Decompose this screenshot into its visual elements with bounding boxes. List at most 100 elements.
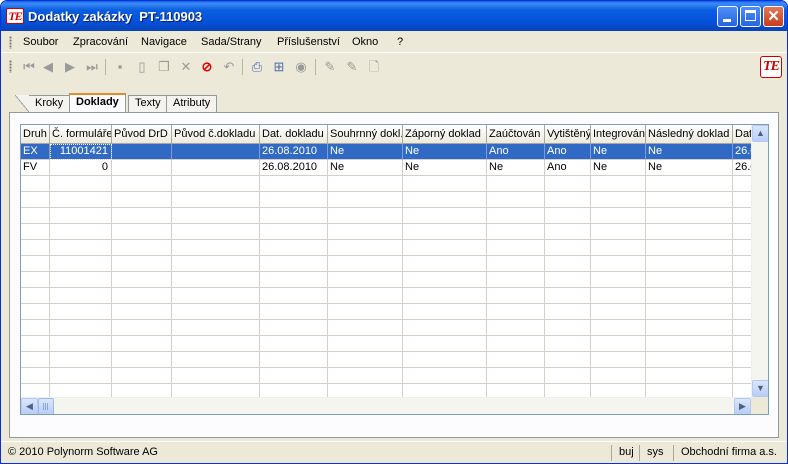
menu-sada-strany[interactable]: Sada/Strany bbox=[201, 36, 262, 48]
menu-zpracovani[interactable]: Zpracování bbox=[73, 36, 128, 48]
column-header[interactable]: Vytištěný bbox=[545, 125, 591, 144]
menu-help[interactable]: ? bbox=[397, 36, 403, 48]
app-logo-icon[interactable]: TE bbox=[6, 8, 24, 24]
save-icon[interactable]: ▪ bbox=[111, 58, 129, 76]
table-cell[interactable]: 26.08.2010 bbox=[260, 160, 328, 176]
table-cell[interactable]: 26.0 bbox=[733, 160, 751, 176]
table-row[interactable]: EX1100142126.08.2010NeNeAnoAnoNeNe26.0 bbox=[21, 144, 751, 160]
menu-grip-icon[interactable] bbox=[9, 36, 12, 49]
column-header[interactable]: Původ č.dokladu bbox=[172, 125, 260, 144]
documents-grid[interactable]: Druh Č. formuláře Původ DrD Původ č.dokladu… bbox=[20, 124, 769, 415]
column-header[interactable]: Č. formuláře bbox=[50, 125, 112, 144]
menu-navigace[interactable]: Navigace bbox=[141, 36, 187, 48]
table-cell[interactable]: Ne bbox=[646, 160, 733, 176]
toolbar-grip-icon[interactable] bbox=[9, 60, 12, 73]
scroll-left-icon[interactable]: ◀ bbox=[21, 398, 38, 414]
empty-cell bbox=[260, 304, 328, 320]
table-row[interactable]: FV026.08.2010NeNeNeAnoNeNe26.0 bbox=[21, 160, 751, 176]
column-header[interactable]: Souhrnný dokl. bbox=[328, 125, 403, 144]
scroll-right-icon[interactable]: ▶ bbox=[734, 398, 751, 414]
table-cell[interactable] bbox=[172, 144, 260, 160]
first-icon[interactable]: ⏮ bbox=[20, 58, 38, 76]
empty-cell bbox=[487, 352, 545, 368]
table-cell[interactable]: Ne bbox=[487, 160, 545, 176]
empty-cell bbox=[545, 176, 591, 192]
table-cell[interactable]: 11001421 bbox=[50, 144, 112, 160]
empty-cell bbox=[545, 272, 591, 288]
help-icon[interactable]: ◉ bbox=[292, 58, 310, 76]
copy-icon[interactable]: ❐ bbox=[155, 58, 173, 76]
undo-icon[interactable]: ↶ bbox=[220, 58, 238, 76]
table-cell[interactable]: Ne bbox=[328, 144, 403, 160]
scroll-up-icon[interactable]: ▲ bbox=[752, 125, 768, 142]
empty-cell bbox=[112, 336, 172, 352]
cancel-icon[interactable]: ⊘ bbox=[198, 58, 216, 76]
preview-icon[interactable]: 🗋 bbox=[365, 58, 383, 76]
last-icon[interactable]: ⏭ bbox=[83, 58, 101, 76]
scroll-thumb[interactable] bbox=[38, 398, 54, 414]
prev-icon[interactable]: ◀ bbox=[39, 58, 57, 76]
tab-texty[interactable]: Texty bbox=[128, 95, 168, 112]
column-header[interactable]: Dat. dokladu bbox=[260, 125, 328, 144]
table-cell[interactable]: Ne bbox=[591, 144, 646, 160]
edit-alt-icon[interactable]: ✎ bbox=[343, 58, 361, 76]
table-cell[interactable]: Ano bbox=[545, 144, 591, 160]
empty-cell bbox=[403, 304, 487, 320]
empty-cell bbox=[545, 368, 591, 384]
table-cell[interactable]: Ne bbox=[403, 160, 487, 176]
column-header[interactable]: Integrován bbox=[591, 125, 646, 144]
table-cell[interactable]: Ne bbox=[328, 160, 403, 176]
minimize-button[interactable] bbox=[717, 6, 738, 27]
empty-cell bbox=[21, 336, 50, 352]
tab-atributy[interactable]: Atributy bbox=[166, 95, 218, 112]
column-header[interactable]: Dat bbox=[733, 125, 751, 144]
vertical-scrollbar[interactable]: ▲ ▼ bbox=[751, 125, 768, 397]
empty-cell bbox=[328, 288, 403, 304]
table-cell[interactable] bbox=[112, 144, 172, 160]
empty-cell bbox=[50, 272, 112, 288]
empty-cell bbox=[112, 208, 172, 224]
menu-okno[interactable]: Okno bbox=[352, 36, 378, 48]
table-cell[interactable]: Ne bbox=[403, 144, 487, 160]
table-cell[interactable]: Ne bbox=[591, 160, 646, 176]
table-cell[interactable]: FV bbox=[21, 160, 50, 176]
empty-cell bbox=[733, 352, 751, 368]
empty-cell bbox=[646, 304, 733, 320]
new-icon[interactable]: ▯ bbox=[133, 58, 151, 76]
print-icon[interactable]: ⎙ bbox=[248, 58, 266, 76]
table-cell[interactable]: 26.0 bbox=[733, 144, 751, 160]
empty-cell bbox=[733, 224, 751, 240]
menu-soubor[interactable]: Soubor bbox=[23, 36, 58, 48]
scroll-down-icon[interactable]: ▼ bbox=[752, 380, 768, 397]
empty-cell bbox=[646, 256, 733, 272]
horizontal-scrollbar[interactable]: ◀ ▶ bbox=[21, 397, 751, 414]
next-icon[interactable]: ▶ bbox=[61, 58, 79, 76]
edit-icon[interactable]: ✎ bbox=[321, 58, 339, 76]
table-cell[interactable]: EX bbox=[21, 144, 50, 160]
table-cell[interactable]: Ne bbox=[646, 144, 733, 160]
tree-icon[interactable]: ⊞ bbox=[270, 58, 288, 76]
maximize-button[interactable] bbox=[740, 6, 761, 27]
delete-icon[interactable]: ✕ bbox=[177, 58, 195, 76]
close-button[interactable]: ✕ bbox=[763, 6, 784, 27]
column-header[interactable]: Původ DrD bbox=[112, 125, 172, 144]
toolbar: ⏮ ◀ ▶ ⏭ ▪ ▯ ❐ ✕ ⊘ ↶ ⎙ ⊞ ◉ ✎ ✎ 🗋 bbox=[1, 54, 787, 81]
table-cell[interactable] bbox=[172, 160, 260, 176]
column-header[interactable]: Druh bbox=[21, 125, 50, 144]
column-header[interactable]: Následný doklad bbox=[646, 125, 733, 144]
tab-doklady[interactable]: Doklady bbox=[69, 93, 126, 113]
menu-prislusenstvi[interactable]: Příslušenství bbox=[277, 36, 340, 48]
column-header[interactable]: Zaúčtován bbox=[487, 125, 545, 144]
title-bar[interactable]: TE Dodatky zakázky PT-110903 ✕ bbox=[1, 1, 787, 31]
table-cell[interactable]: 26.08.2010 bbox=[260, 144, 328, 160]
column-header[interactable]: Záporný doklad bbox=[403, 125, 487, 144]
table-cell[interactable]: Ano bbox=[487, 144, 545, 160]
table-cell[interactable] bbox=[112, 160, 172, 176]
tab-kroky[interactable]: Kroky bbox=[14, 95, 71, 112]
table-cell[interactable]: Ano bbox=[545, 160, 591, 176]
empty-cell bbox=[733, 208, 751, 224]
empty-cell bbox=[328, 240, 403, 256]
empty-cell bbox=[403, 192, 487, 208]
table-cell[interactable]: 0 bbox=[50, 160, 112, 176]
empty-cell bbox=[260, 288, 328, 304]
